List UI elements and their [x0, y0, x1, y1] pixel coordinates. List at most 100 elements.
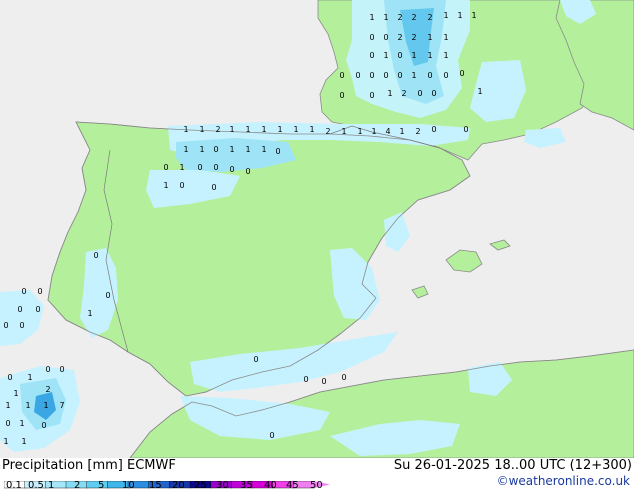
precip-value-mark: 0: [369, 71, 374, 80]
precip-value-mark: 0: [105, 291, 110, 300]
precip-value-mark: 0: [253, 355, 258, 364]
precip-value-mark: 1: [443, 11, 448, 20]
precip-value-mark: 1: [87, 309, 92, 318]
precipitation-map: 1122211100221101011100000100000120011121…: [0, 0, 634, 458]
precip-value-mark: 0: [339, 71, 344, 80]
precip-value-mark: 1: [387, 89, 392, 98]
precip-value-mark: 1: [229, 125, 234, 134]
precip-value-mark: 0: [197, 163, 202, 172]
legend-label: 20: [172, 480, 185, 491]
precip-value-mark: 2: [45, 385, 50, 394]
precip-value-mark: 0: [431, 125, 436, 134]
precip-value-mark: 0: [229, 165, 234, 174]
precip-value-mark: 0: [7, 373, 12, 382]
precip-value-mark: 0: [369, 33, 374, 42]
precip-value-mark: 0: [211, 183, 216, 192]
precip-value-mark: 1: [457, 11, 462, 20]
precip-value-mark: 1: [25, 401, 30, 410]
precip-value-mark: 1: [199, 125, 204, 134]
precip-value-mark: 1: [19, 419, 24, 428]
credit-link[interactable]: ©weatheronline.co.uk: [497, 474, 630, 488]
precip-value-mark: 1: [427, 33, 432, 42]
precip-value-mark: 0: [443, 71, 448, 80]
precip-value-mark: 1: [411, 71, 416, 80]
precip-value-mark: 0: [369, 51, 374, 60]
precip-value-mark: 0: [355, 71, 360, 80]
precip-value-mark: 0: [275, 147, 280, 156]
precip-value-mark: 0: [383, 71, 388, 80]
footer-bar: Precipitation [mm] ECMWF Su 26-01-2025 1…: [0, 458, 634, 491]
precip-value-mark: 1: [357, 127, 362, 136]
precip-value-mark: 1: [443, 33, 448, 42]
precip-value-mark: 2: [397, 33, 402, 42]
precip-value-mark: 0: [369, 91, 374, 100]
precip-value-mark: 0: [213, 145, 218, 154]
legend-label: 45: [286, 480, 299, 491]
precip-value-mark: 1: [21, 437, 26, 446]
precip-value-mark: 0: [383, 33, 388, 42]
precip-value-mark: 1: [383, 51, 388, 60]
precip-value-mark: 1: [245, 125, 250, 134]
precip-value-mark: 4: [385, 127, 390, 136]
precip-value-mark: 1: [309, 125, 314, 134]
precip-value-mark: 1: [3, 437, 8, 446]
legend-label: 5: [98, 480, 105, 491]
precip-value-mark: 1: [399, 127, 404, 136]
legend-label: 10: [122, 480, 135, 491]
precip-value-mark: 0: [93, 251, 98, 260]
legend-label: 0.1: [6, 480, 22, 491]
precip-value-mark: 0: [213, 163, 218, 172]
precip-value-mark: 2: [427, 13, 432, 22]
precip-value-mark: 0: [397, 51, 402, 60]
precip-value-mark: 1: [5, 401, 10, 410]
precip-value-mark: 0: [37, 287, 42, 296]
precip-value-mark: 0: [163, 163, 168, 172]
precip-value-mark: 1: [261, 125, 266, 134]
precip-value-mark: 0: [417, 89, 422, 98]
precip-value-mark: 0: [431, 89, 436, 98]
precip-value-mark: 1: [341, 127, 346, 136]
precip-value-mark: 2: [401, 89, 406, 98]
precip-value-mark: 1: [229, 145, 234, 154]
precip-value-mark: 0: [45, 365, 50, 374]
precip-value-mark: 1: [43, 401, 48, 410]
valid-time: Su 26-01-2025 18..00 UTC (12+300): [393, 458, 632, 473]
precip-value-mark: 1: [383, 13, 388, 22]
precip-value-mark: 0: [459, 69, 464, 78]
map-title: Precipitation [mm] ECMWF: [2, 458, 176, 473]
precip-value-mark: 7: [59, 401, 64, 410]
legend-label: 0.5: [28, 480, 44, 491]
precip-value-mark: 0: [269, 431, 274, 440]
precip-value-mark: 1: [183, 145, 188, 154]
precip-value-mark: 1: [183, 125, 188, 134]
precip-value-mark: 1: [27, 373, 32, 382]
precip-value-mark: 0: [339, 91, 344, 100]
precip-value-mark: 2: [215, 125, 220, 134]
precip-value-mark: 1: [369, 13, 374, 22]
precip-value-mark: 1: [411, 51, 416, 60]
precip-value-mark: 0: [427, 71, 432, 80]
legend-label: 15: [149, 480, 162, 491]
precip-value-mark: 0: [21, 287, 26, 296]
precip-value-mark: 2: [411, 33, 416, 42]
precip-value-mark: 0: [59, 365, 64, 374]
legend-label: 1: [48, 480, 55, 491]
legend-label: 50: [310, 480, 323, 491]
precip-value-mark: 0: [41, 421, 46, 430]
precip-value-mark: 0: [35, 305, 40, 314]
precip-value-mark: 1: [13, 389, 18, 398]
precip-value-mark: 0: [245, 167, 250, 176]
precip-value-mark: 1: [179, 163, 184, 172]
precip-value-mark: 2: [415, 127, 420, 136]
precip-value-mark: 2: [411, 13, 416, 22]
precip-value-mark: 0: [5, 419, 10, 428]
legend-label: 30: [216, 480, 229, 491]
weather-map-page: 1122211100221101011100000100000120011121…: [0, 0, 634, 491]
precip-value-mark: 1: [427, 51, 432, 60]
precip-value-mark: 0: [17, 305, 22, 314]
legend-label: 25: [194, 480, 207, 491]
map-canvas: 1 1 2 2 2 1 1 10 0 2 2 1 10 1 0 1 1 10 0 0 0 0 1 0 0 00 0 1 2 0 0 11 1 2 1…: [0, 0, 634, 458]
precip-value-mark: 1: [471, 11, 476, 20]
precip-value-mark: 1: [277, 125, 282, 134]
precip-value-mark: 0: [179, 181, 184, 190]
